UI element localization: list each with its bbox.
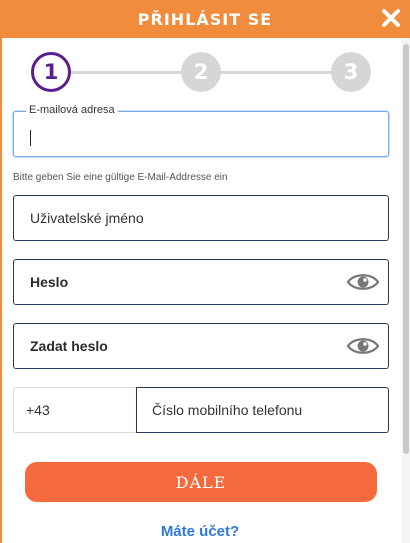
eye-icon[interactable]	[346, 334, 380, 358]
text-caret	[30, 130, 31, 146]
confirm-password-placeholder: Zadat heslo	[30, 338, 108, 354]
phone-number-field[interactable]: Číslo mobilního telefonu	[136, 387, 389, 433]
eye-icon[interactable]	[346, 270, 380, 294]
step-connector-2	[220, 71, 332, 74]
panel-left-border	[0, 38, 2, 543]
username-field[interactable]: Uživatelské jméno	[13, 195, 389, 241]
have-account-link[interactable]: Máte účet?	[0, 523, 400, 540]
country-code-select[interactable]: +43	[13, 387, 137, 433]
step-1: 1	[31, 52, 71, 92]
scrollbar-thumb[interactable]	[403, 44, 409, 454]
phone-placeholder: Číslo mobilního telefonu	[152, 402, 303, 418]
email-label: E-mailová adresa	[26, 104, 118, 116]
password-placeholder: Heslo	[30, 274, 69, 290]
modal-header: PŘIHLÁSIT SE	[0, 0, 410, 38]
email-field[interactable]: E-mailová adresa	[13, 104, 389, 157]
confirm-password-field[interactable]: Zadat heslo	[13, 323, 389, 369]
step-3: 3	[331, 52, 371, 92]
country-code-value: +43	[26, 402, 50, 418]
close-button[interactable]	[378, 5, 404, 31]
username-placeholder: Uživatelské jméno	[30, 210, 144, 226]
modal-title: PŘIHLÁSIT SE	[137, 9, 273, 29]
step-indicator: 1 2 3	[0, 50, 400, 94]
step-connector-1	[70, 71, 182, 74]
password-field[interactable]: Heslo	[13, 259, 389, 305]
email-hint: Bitte geben Sie eine gültige E-Mail-Addr…	[13, 172, 228, 183]
step-2: 2	[181, 52, 221, 92]
close-icon	[382, 9, 400, 27]
next-button[interactable]: DÁLE	[25, 462, 377, 502]
